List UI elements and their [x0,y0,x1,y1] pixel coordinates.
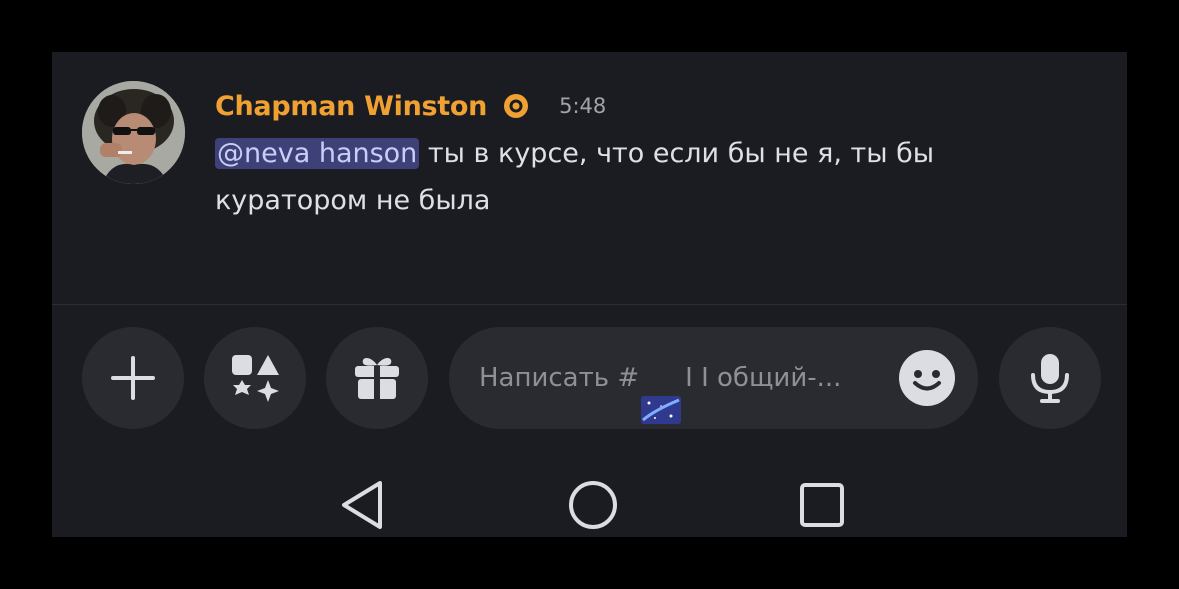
apps-button[interactable] [204,327,306,429]
user-mention[interactable]: @neva hanson [215,138,420,169]
apps-icon [232,355,279,402]
chat-message[interactable]: Chapman Winston 5:48 @neva hanson ты в к… [52,52,1127,304]
avatar[interactable] [82,81,185,184]
message-composer[interactable]: Написать # I I общий-... [449,327,978,429]
nav-recents-button[interactable] [796,476,848,534]
back-triangle-icon [342,481,382,529]
gift-button[interactable] [326,327,428,429]
message-header: Chapman Winston 5:48 [215,86,606,126]
voice-message-button[interactable] [999,327,1101,429]
chat-screen: Chapman Winston 5:48 @neva hanson ты в к… [52,52,1127,537]
message-content: @neva hanson ты в курсе, что если бы не … [215,130,1035,224]
channel-emoji-icon [641,365,682,424]
composer-placeholder-prefix: Написать # [479,363,640,393]
nav-home-button[interactable] [566,476,620,534]
nav-back-button[interactable] [337,476,387,534]
microphone-icon [1031,354,1069,403]
server-boost-badge-icon[interactable] [501,91,531,121]
message-timestamp: 5:48 [559,94,607,118]
plus-icon [111,356,155,400]
composer-divider [52,304,1127,305]
recents-square-icon [800,483,844,527]
add-attachment-button[interactable] [82,327,184,429]
composer-placeholder-suffix: I I общий-... [685,363,842,393]
gift-icon [355,358,399,399]
emoji-button[interactable] [899,350,955,406]
author-name[interactable]: Chapman Winston [215,91,487,122]
message-input[interactable]: Написать # I I общий-... [479,327,889,429]
home-circle-icon [569,481,617,529]
emoji-smile-icon [899,350,955,406]
